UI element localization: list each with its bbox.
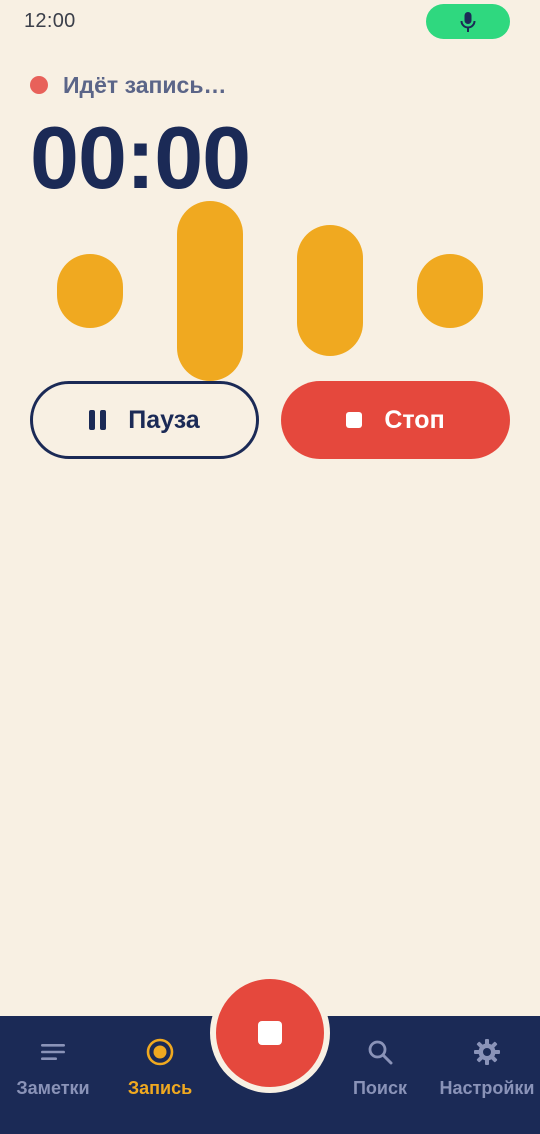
pause-button[interactable]: Пауза: [30, 381, 259, 459]
nav-item-settings[interactable]: Настройки: [434, 1016, 540, 1134]
waveform-bar: [177, 201, 243, 381]
record-icon: [146, 1038, 174, 1066]
recording-timer: 00:00: [30, 108, 251, 207]
recording-status: Идёт запись…: [30, 70, 226, 100]
nav-item-record-label: Запись: [127, 1078, 193, 1098]
pause-icon: [89, 410, 107, 430]
pause-button-label: Пауза: [128, 405, 200, 434]
stop-button[interactable]: Стоп: [281, 381, 510, 459]
nav-item-record[interactable]: Запись: [106, 1016, 214, 1134]
settings-icon: [474, 1039, 500, 1065]
nav-item-settings-label: Настройки: [439, 1078, 535, 1098]
waveform-bar: [297, 225, 363, 356]
stop-icon: [258, 1021, 282, 1045]
status-time: 12:00: [24, 10, 76, 32]
stop-button-label: Стоп: [384, 405, 445, 434]
recording-dot: [30, 76, 48, 94]
stop-recording-fab[interactable]: [210, 973, 330, 1093]
nav-item-notes[interactable]: Заметки: [0, 1016, 106, 1134]
nav-item-search-label: Поиск: [352, 1078, 408, 1098]
search-icon: [368, 1040, 393, 1065]
nav-item-notes-label: Заметки: [16, 1078, 90, 1098]
mic-indicator[interactable]: [426, 4, 510, 39]
waveform-bar: [57, 254, 123, 328]
waveform-bar: [417, 254, 483, 328]
notes-icon: [41, 1044, 65, 1060]
status-bar: 12:00: [0, 0, 540, 44]
stop-icon: [346, 412, 363, 428]
mic-icon: [460, 12, 476, 32]
recording-status-label: Идёт запись…: [63, 71, 227, 98]
nav-item-search[interactable]: Поиск: [334, 1016, 426, 1134]
